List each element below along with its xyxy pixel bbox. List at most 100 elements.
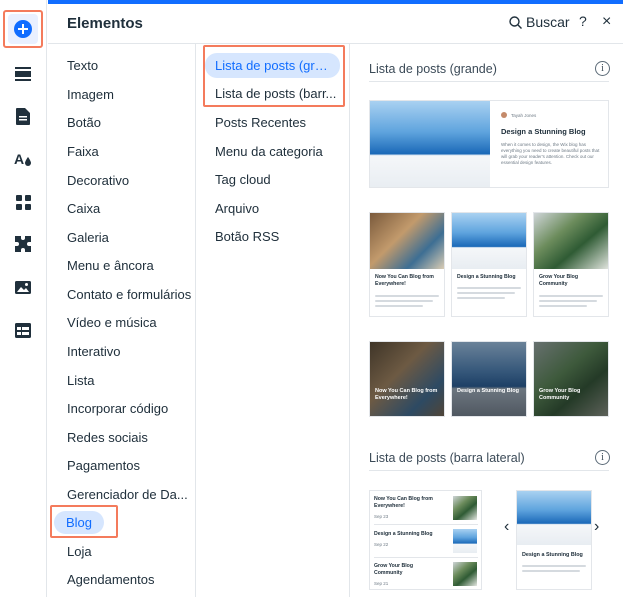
overlay-post-preview[interactable]: Design a Stunning Blog <box>451 341 527 417</box>
large-post-preview[interactable]: Tayah Jones Design a Stunning Blog When … <box>369 100 609 188</box>
category-item[interactable]: Vídeo e música <box>67 315 157 330</box>
category-item[interactable]: Botão <box>67 115 101 130</box>
category-item[interactable]: Redes sociais <box>67 430 148 445</box>
sidebar-list-preview[interactable]: Now You Can Blog from Everywhere! Sep 23… <box>369 490 482 590</box>
category-item[interactable]: Texto <box>67 58 98 73</box>
cms-icon <box>15 322 31 338</box>
category-item[interactable]: Faixa <box>67 144 99 159</box>
add-elements-button[interactable] <box>8 14 38 44</box>
add-elements-frame <box>3 10 43 48</box>
help-button[interactable]: ? <box>579 13 587 29</box>
section-divider <box>369 81 609 82</box>
category-item[interactable]: Pagamentos <box>67 458 140 473</box>
post-author: Tayah Jones <box>511 113 537 118</box>
subcategory-item[interactable]: Lista de posts (barr... <box>215 86 336 101</box>
post-date: Sep 21 <box>374 581 389 586</box>
text-placeholder <box>375 295 439 297</box>
category-item[interactable]: Agendamentos <box>67 572 154 587</box>
post-date: Sep 22 <box>374 542 389 547</box>
category-item[interactable]: Caixa <box>67 201 100 216</box>
chevron-left-icon[interactable]: ‹ <box>504 518 509 536</box>
text-placeholder <box>375 305 423 307</box>
text-placeholder <box>539 305 587 307</box>
post-title: Grow Your Blog Community <box>539 388 581 402</box>
section-title: Lista de posts (grande) <box>369 62 497 76</box>
close-button[interactable]: × <box>602 13 611 31</box>
post-image <box>452 213 526 269</box>
post-thumbnail <box>453 529 477 553</box>
media-button[interactable] <box>8 272 38 302</box>
text-placeholder <box>539 300 597 302</box>
post-image <box>534 213 608 269</box>
category-item-blog[interactable]: Blog <box>54 511 105 534</box>
post-thumbnail <box>453 562 477 586</box>
left-toolbar: A <box>0 0 47 597</box>
panel-title: Elementos <box>67 15 143 32</box>
category-item[interactable]: Interativo <box>67 344 120 359</box>
overlay-post-preview[interactable]: Now You Can Blog from Everywhere! <box>369 341 445 417</box>
pages-button[interactable] <box>8 101 38 131</box>
post-image <box>517 491 591 545</box>
category-item[interactable]: Incorporar código <box>67 401 168 416</box>
search-label: Buscar <box>526 14 570 30</box>
design-button[interactable]: A <box>8 144 38 174</box>
category-item[interactable]: Galeria <box>67 230 109 245</box>
sections-button[interactable] <box>8 59 38 89</box>
text-placeholder <box>457 292 515 294</box>
post-title: Design a Stunning Blog <box>501 127 586 136</box>
post-excerpt: When it comes to design, the Wix blog ha… <box>501 142 600 166</box>
post-title: Now You Can Blog from Everywhere! <box>375 274 434 287</box>
subcategory-item[interactable]: Posts Recentes <box>215 115 306 130</box>
panel-header: Elementos Buscar ? × <box>48 4 623 44</box>
category-item[interactable]: Contato e formulários <box>67 287 191 302</box>
subcategory-item[interactable]: Tag cloud <box>215 172 271 187</box>
subcategory-item[interactable]: Menu da categoria <box>215 144 323 159</box>
post-title: Design a Stunning Blog <box>522 552 583 558</box>
business-icon <box>15 236 31 252</box>
section-title: Lista de posts (barra lateral) <box>369 451 525 465</box>
category-list: Texto Imagem Botão Faixa Decorativo Caix… <box>48 44 196 597</box>
business-button[interactable] <box>8 229 38 259</box>
sections-icon <box>15 67 31 81</box>
post-thumbnail <box>453 496 477 520</box>
search-button[interactable]: Buscar <box>509 14 570 30</box>
post-date: Sep 23 <box>374 514 389 519</box>
info-icon[interactable]: i <box>595 61 610 76</box>
post-title: Design a Stunning Blog <box>374 531 433 537</box>
info-icon[interactable]: i <box>595 450 610 465</box>
divider <box>374 524 478 525</box>
media-icon <box>15 280 31 294</box>
category-item[interactable]: Decorativo <box>67 173 129 188</box>
subcategory-item-large-list[interactable]: Lista de posts (gran... <box>205 53 340 78</box>
grid-post-preview[interactable]: Design a Stunning Blog <box>451 212 527 317</box>
subcategory-item[interactable]: Botão RSS <box>215 229 279 244</box>
post-title: Design a Stunning Blog <box>457 274 516 280</box>
text-placeholder <box>522 565 586 567</box>
post-image <box>370 213 444 269</box>
sidebar-slider-preview[interactable]: Design a Stunning Blog <box>516 490 592 590</box>
text-placeholder <box>457 297 505 299</box>
category-item[interactable]: Imagem <box>67 87 114 102</box>
category-item[interactable]: Lista <box>67 373 94 388</box>
overlay-post-preview[interactable]: Grow Your Blog Community <box>533 341 609 417</box>
search-icon <box>509 15 522 29</box>
category-item[interactable]: Loja <box>67 544 92 559</box>
category-item[interactable]: Menu e âncora <box>67 258 154 273</box>
post-title: Grow Your Blog Community <box>374 563 414 576</box>
subcategory-item[interactable]: Arquivo <box>215 201 259 216</box>
category-item[interactable]: Gerenciador de Da... <box>67 487 188 502</box>
grid-post-preview[interactable]: Grow Your Blog Community <box>533 212 609 317</box>
post-title: Grow Your Blog Community <box>539 274 579 287</box>
post-title: Now You Can Blog from Everywhere! <box>375 388 438 402</box>
apps-button[interactable] <box>8 187 38 217</box>
text-placeholder <box>522 570 580 572</box>
post-image <box>370 101 490 187</box>
subcategory-list: Lista de posts (gran... Lista de posts (… <box>196 44 350 597</box>
avatar <box>501 112 507 118</box>
chevron-right-icon[interactable]: › <box>594 518 599 536</box>
cms-button[interactable] <box>8 315 38 345</box>
grid-post-preview[interactable]: Now You Can Blog from Everywhere! <box>369 212 445 317</box>
pages-icon <box>16 107 30 125</box>
design-icon: A <box>14 151 31 167</box>
text-placeholder <box>375 300 433 302</box>
